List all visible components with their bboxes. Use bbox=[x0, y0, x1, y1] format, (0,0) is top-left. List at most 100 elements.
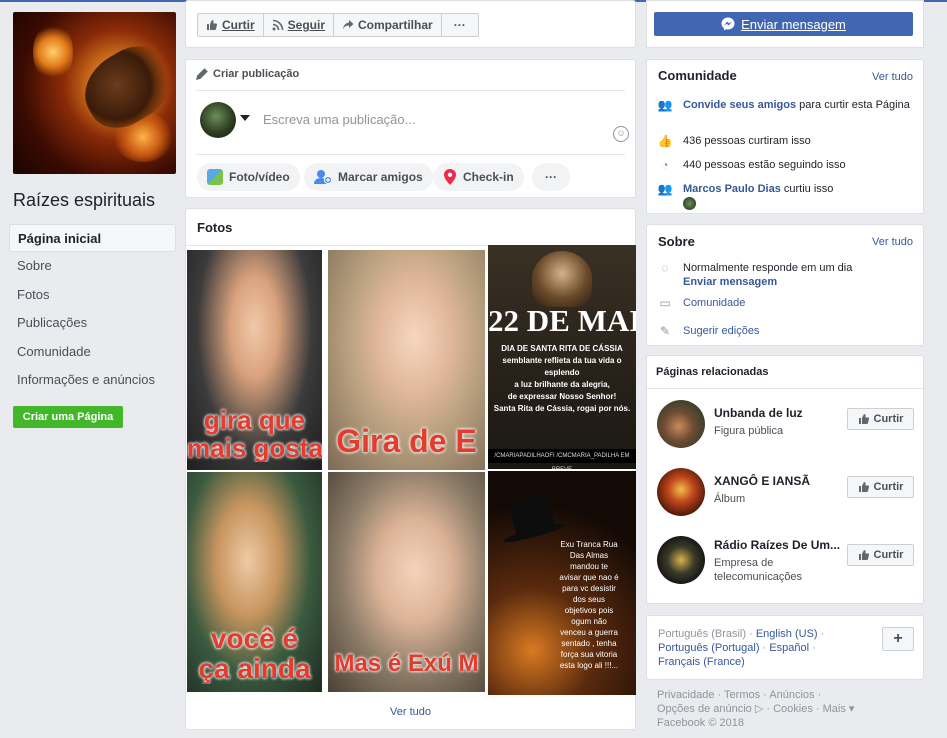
page-nav: Página inicial Sobre Fotos Publicações C… bbox=[9, 224, 176, 394]
meme-caption: você é ça ainda bbox=[198, 624, 311, 684]
divider bbox=[196, 90, 625, 91]
thumbs-up-icon bbox=[858, 482, 869, 492]
related-title: Páginas relacionadas bbox=[656, 366, 769, 378]
photo-icon bbox=[207, 169, 223, 185]
user-avatar[interactable] bbox=[200, 102, 236, 138]
follow-button[interactable]: Seguir bbox=[262, 13, 335, 37]
related-page-avatar[interactable] bbox=[657, 400, 705, 448]
page-name[interactable]: Raízes espirituais bbox=[13, 190, 155, 211]
photo-text: DIA DE SANTA RITA DE CÁSSIA semblante re… bbox=[493, 344, 631, 413]
post-composer: Criar publicação Escreva uma publicação.… bbox=[185, 59, 636, 198]
community-card: Comunidade Ver tudo 👥 Convide seus amigo… bbox=[646, 59, 924, 214]
language-card: Português (Brasil) · English (US) · Port… bbox=[646, 615, 924, 680]
meme-caption: Mas é Exú M bbox=[334, 650, 479, 677]
copyright: Facebook © 2018 bbox=[657, 717, 744, 729]
community-title[interactable]: Comunidade bbox=[658, 68, 737, 83]
meme-caption: Gira de E bbox=[336, 423, 477, 459]
create-page-button[interactable]: Criar uma Página bbox=[13, 406, 123, 428]
nav-about[interactable]: Sobre bbox=[9, 252, 176, 280]
more-options-button[interactable]: ··· bbox=[440, 13, 479, 37]
friend-profile-link[interactable]: Marcos Paulo Dias bbox=[683, 183, 781, 195]
photo-video-button[interactable]: Foto/vídeo bbox=[197, 163, 300, 191]
related-page-category: Álbum bbox=[714, 493, 746, 505]
like-page-button[interactable]: Curtir bbox=[197, 13, 264, 37]
photos-see-all-link[interactable]: Ver tudo bbox=[186, 706, 635, 718]
photo-meme-1[interactable]: gira que mais gosta? Gira de E bbox=[187, 250, 487, 470]
nav-home[interactable]: Página inicial bbox=[9, 224, 176, 253]
related-page-name[interactable]: XANGÔ E IANSÃ bbox=[714, 474, 842, 488]
related-page-name[interactable]: Unbanda de luz bbox=[714, 406, 842, 420]
post-input[interactable]: Escreva uma publicação... bbox=[263, 112, 415, 127]
tag-friends-button[interactable]: Marcar amigos bbox=[304, 163, 433, 191]
photo-santa-rita[interactable]: 22 DE MAIO DIA DE SANTA RITA DE CÁSSIA s… bbox=[488, 245, 636, 469]
meme-caption: gira que mais gosta? bbox=[187, 406, 322, 462]
language-link[interactable]: Português (Portugal) bbox=[658, 642, 760, 654]
current-language: Português (Brasil) bbox=[658, 628, 747, 640]
meme-panel: você é ça ainda bbox=[187, 472, 322, 692]
related-page-item: Unbanda de luz Figura pública Curtir bbox=[657, 400, 914, 450]
messenger-icon bbox=[721, 17, 735, 31]
photo-text: Exu Tranca Rua Das Almas mandou te avisa… bbox=[559, 540, 619, 670]
footer-line[interactable]: Opções de anúncio ▷ · Cookies · Mais ▾ bbox=[657, 702, 917, 716]
pencil-icon bbox=[196, 68, 208, 80]
profile-picture[interactable] bbox=[13, 12, 176, 174]
related-page-avatar[interactable] bbox=[657, 468, 705, 516]
composer-header[interactable]: Criar publicação bbox=[196, 68, 299, 80]
emoji-icon[interactable]: ☺ bbox=[613, 126, 629, 142]
related-like-button[interactable]: Curtir bbox=[847, 408, 914, 430]
related-like-button[interactable]: Curtir bbox=[847, 544, 914, 566]
related-page-avatar[interactable] bbox=[657, 536, 705, 584]
language-link[interactable]: English (US) bbox=[756, 628, 818, 640]
saint-image bbox=[532, 251, 592, 307]
about-send-message-link[interactable]: Enviar mensagem bbox=[683, 276, 777, 288]
category-link[interactable]: Comunidade bbox=[683, 296, 745, 310]
thumbs-up-icon: 👍 bbox=[657, 134, 673, 148]
thumbs-up-icon bbox=[858, 414, 869, 424]
more-dots-icon: ··· bbox=[545, 170, 557, 184]
photo-meme-2[interactable]: você é ça ainda Mas é Exú M bbox=[187, 472, 487, 692]
share-button[interactable]: Compartilhar bbox=[333, 13, 442, 37]
language-link[interactable]: Français (France) bbox=[658, 656, 745, 668]
language-link[interactable]: Español bbox=[769, 642, 809, 654]
rss-icon: ◔ bbox=[661, 158, 669, 172]
send-message-button[interactable]: Enviar mensagem bbox=[654, 12, 913, 36]
likes-row: 👍 436 pessoas curtiram isso bbox=[657, 134, 811, 148]
people-icon: 👥 bbox=[657, 98, 673, 112]
suggest-row: ✎ Sugerir edições bbox=[657, 324, 915, 338]
more-languages-button[interactable]: + bbox=[882, 627, 914, 651]
related-page-name[interactable]: Rádio Raízes De Um... bbox=[714, 538, 842, 552]
action-bar: Curtir Seguir Compartilhar ··· bbox=[185, 0, 636, 48]
nav-photos[interactable]: Fotos bbox=[9, 281, 176, 309]
photo-exu[interactable]: Exu Tranca Rua Das Almas mandou te avisa… bbox=[488, 471, 636, 695]
divider bbox=[647, 388, 923, 389]
thumbs-up-icon bbox=[858, 550, 869, 560]
meme-panel: Gira de E bbox=[328, 250, 485, 470]
about-see-all-link[interactable]: Ver tudo bbox=[872, 236, 913, 248]
photo-footer: /CMARIAPADILHAOFI /CMCMARIA_PADILHA EM B… bbox=[488, 449, 636, 469]
nav-info-ads[interactable]: Informações e anúncios bbox=[9, 366, 176, 394]
tag-friends-icon bbox=[314, 170, 332, 184]
community-see-all-link[interactable]: Ver tudo bbox=[872, 71, 913, 83]
suggest-edits-link[interactable]: Sugerir edições bbox=[683, 324, 759, 338]
photos-title[interactable]: Fotos bbox=[197, 220, 232, 235]
chevron-down-icon[interactable] bbox=[240, 115, 250, 121]
meme-panel: Mas é Exú M bbox=[328, 472, 485, 692]
pencil-icon: ✎ bbox=[659, 324, 671, 338]
rss-icon bbox=[272, 19, 283, 31]
nav-community[interactable]: Comunidade bbox=[9, 338, 176, 366]
related-page-category: Figura pública bbox=[714, 425, 784, 437]
related-page-item: Rádio Raízes De Um... Empresa de telecom… bbox=[657, 536, 914, 586]
friend-like-row: 👥 Marcos Paulo Dias curtiu isso bbox=[657, 182, 834, 196]
footer-links: Privacidade · Termos · Anúncios · Opções… bbox=[657, 688, 917, 730]
language-list: Português (Brasil) · English (US) · Port… bbox=[658, 628, 825, 668]
category-row: ▭ Comunidade bbox=[657, 296, 915, 310]
folder-icon: ▭ bbox=[659, 296, 671, 310]
friend-avatar[interactable] bbox=[683, 197, 696, 210]
invite-friends-link[interactable]: Convide seus amigos bbox=[683, 99, 796, 111]
composer-more-button[interactable]: ··· bbox=[532, 163, 570, 191]
footer-line[interactable]: Privacidade · Termos · Anúncios · bbox=[657, 688, 917, 702]
about-title[interactable]: Sobre bbox=[658, 234, 695, 249]
related-like-button[interactable]: Curtir bbox=[847, 476, 914, 498]
nav-posts[interactable]: Publicações bbox=[9, 309, 176, 337]
check-in-button[interactable]: Check-in bbox=[433, 163, 524, 191]
